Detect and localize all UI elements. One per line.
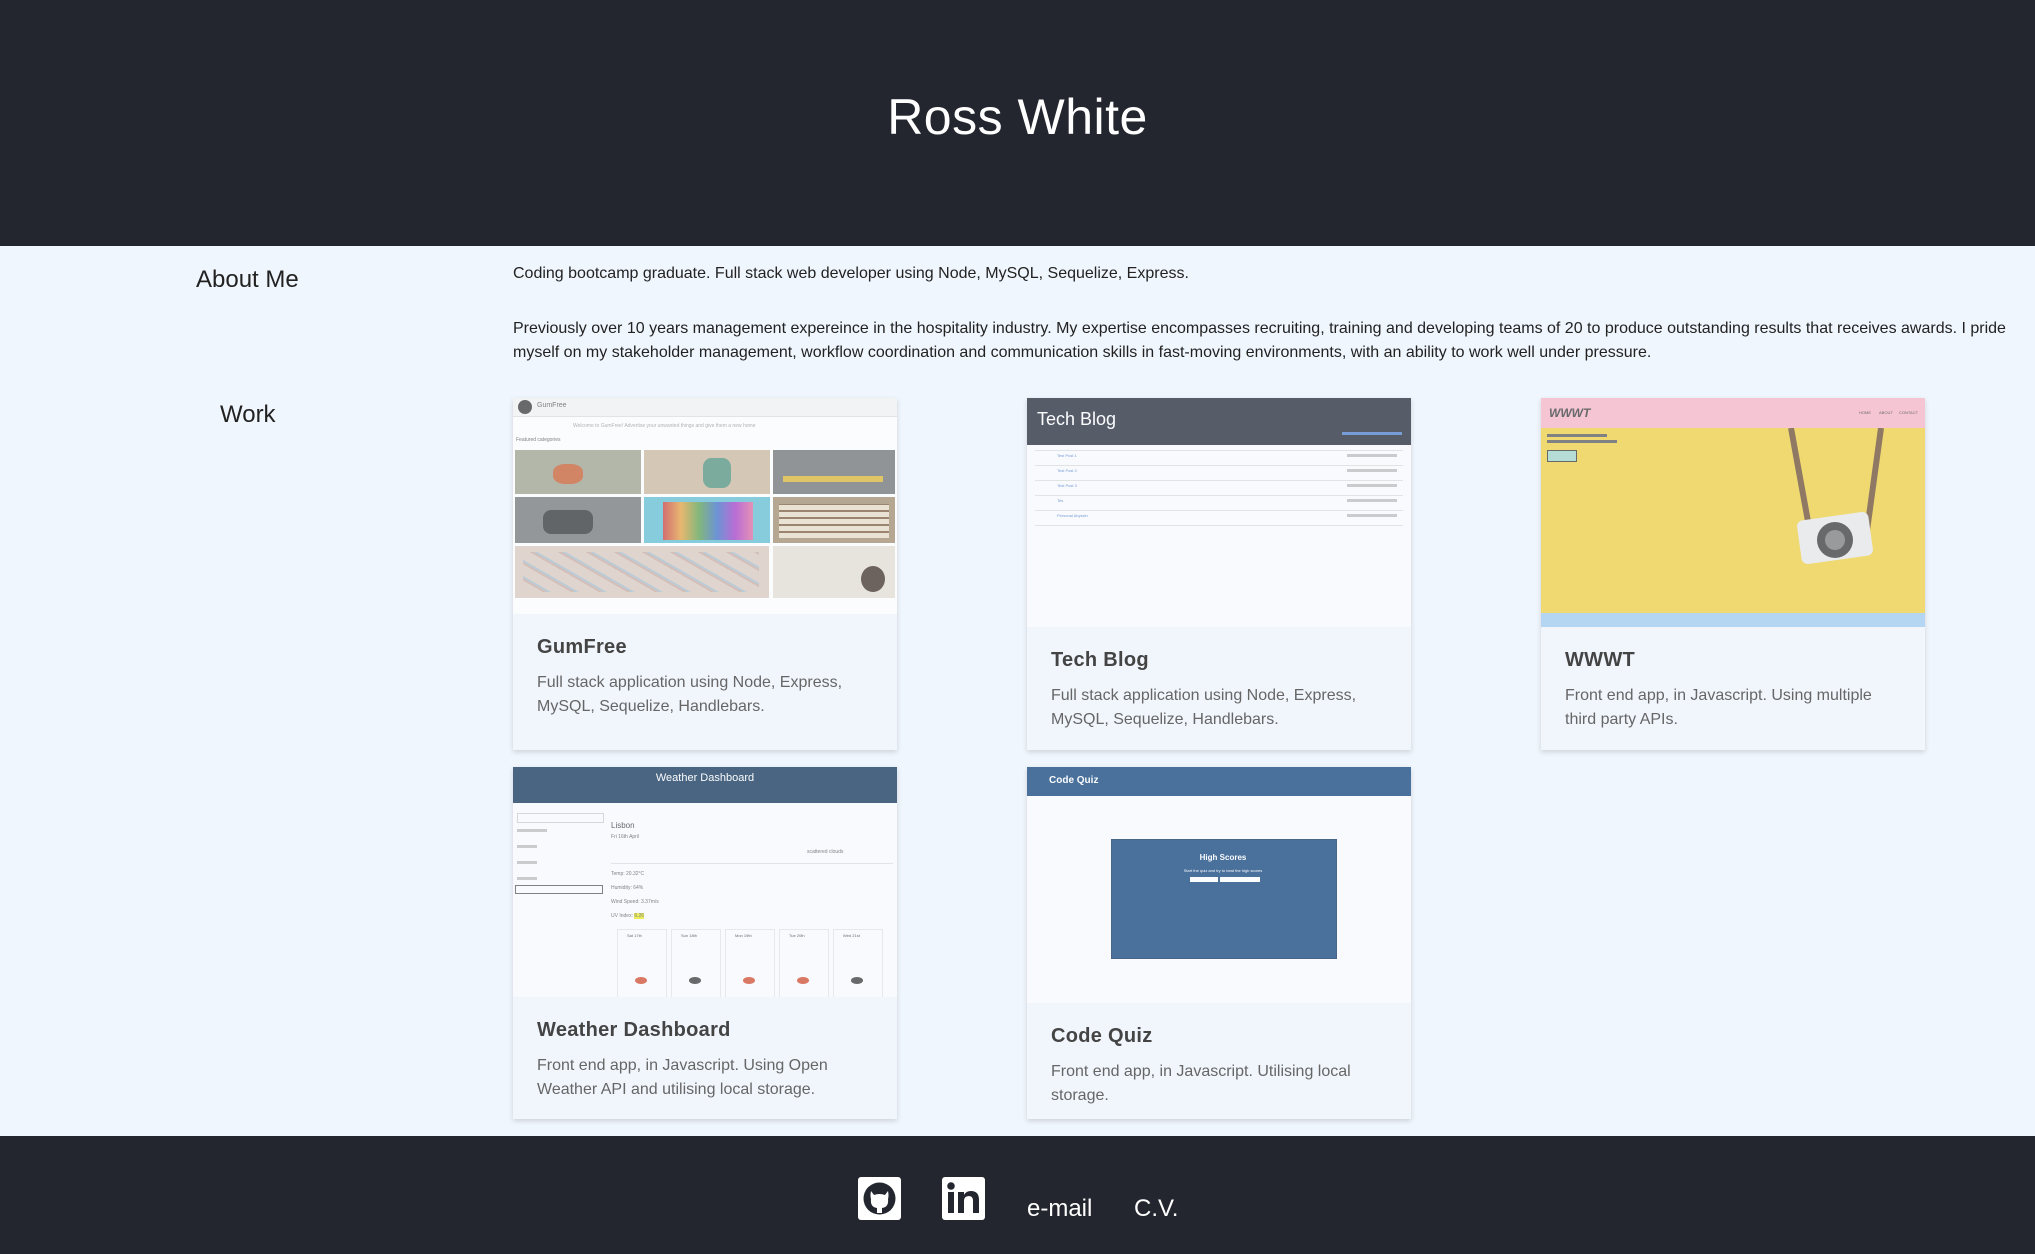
tech-blog-post: Test Post 2 (1057, 468, 1077, 473)
gumfree-section-label: Featured categories (516, 437, 561, 443)
weather-header: Weather Dashboard (655, 772, 755, 784)
about-paragraph-2: Previously over 10 years management expe… (513, 320, 2006, 361)
weather-condition: scattered clouds (807, 849, 844, 855)
weather-dashboard-screenshot: Weather Dashboard Lisbon Fri 16th April … (513, 767, 897, 997)
code-quiz-screenshot: Code Quiz High Scores Start the quiz and… (1027, 767, 1411, 1003)
project-card-gumfree[interactable]: GumFree Welcome to GumFree! Advertise yo… (513, 398, 897, 750)
project-description: Front end app, in Javascript. Using Open… (537, 1057, 828, 1098)
gumfree-tagline: Welcome to GumFree! Advertise your unwan… (573, 423, 756, 429)
quiz-title: High Scores (1199, 853, 1247, 862)
wwwt-nav-item: HOME (1859, 410, 1871, 415)
about-heading: About Me (196, 266, 299, 293)
tech-blog-screenshot: Tech Blog Test Post 1 Test Post 2 Test P… (1027, 398, 1411, 627)
project-description: Full stack application using Node, Expre… (537, 674, 843, 715)
forecast-day: Sun 18th (681, 933, 698, 938)
site-header: Ross White (0, 0, 2035, 246)
weather-city: Lisbon (611, 821, 635, 830)
wwwt-nav-item: CONTACT (1899, 410, 1919, 415)
quiz-header: Code Quiz (1049, 775, 1099, 786)
wwwt-logo: WWWT (1549, 406, 1591, 420)
project-title: Code Quiz (1051, 1025, 1153, 1047)
email-link[interactable]: e-mail (1027, 1195, 1092, 1223)
quiz-text: Start the quiz and try to beat the high … (1183, 868, 1263, 873)
project-card-wwwt[interactable]: WWWT HOME ABOUT CONTACT WWWT Front end a… (1541, 398, 1925, 750)
tech-blog-header: Tech Blog (1037, 409, 1117, 429)
project-title: WWWT (1565, 649, 1636, 671)
weather-date: Fri 16th April (611, 834, 640, 840)
camera-illustration (1788, 428, 1884, 565)
gumfree-screenshot: GumFree Welcome to GumFree! Advertise yo… (513, 398, 897, 614)
project-title: Tech Blog (1051, 649, 1149, 671)
wwwt-screenshot: WWWT HOME ABOUT CONTACT (1541, 398, 1925, 627)
project-title: GumFree (537, 636, 627, 658)
project-card-tech-blog[interactable]: Tech Blog Test Post 1 Test Post 2 Test P… (1027, 398, 1411, 750)
about-paragraph-1: Coding bootcamp graduate. Full stack web… (513, 265, 1189, 282)
wwwt-nav-item: ABOUT (1879, 410, 1893, 415)
site-title: Ross White (887, 88, 1148, 145)
weather-stat: UV Index: 6.26 (611, 913, 645, 919)
forecast-day: Mon 19th (735, 933, 752, 938)
tech-blog-post: Test Post 3 (1057, 483, 1077, 488)
project-description: Front end app, in Javascript. Utilising … (1051, 1063, 1351, 1104)
weather-stat: Wind Speed: 3.37m/s (611, 899, 659, 905)
work-heading: Work (220, 401, 276, 428)
weather-stat: Temp: 20.32°C (611, 871, 645, 877)
tech-blog-post: Personal Abyssin (1057, 513, 1088, 518)
forecast-day: Sat 17th (627, 933, 642, 938)
project-description: Front end app, in Javascript. Using mult… (1565, 687, 1872, 728)
weather-stat: Humidity: 64% (611, 885, 644, 891)
project-title: Weather Dashboard (537, 1019, 731, 1041)
cv-link[interactable]: C.V. (1134, 1195, 1178, 1223)
project-card-weather-dashboard[interactable]: Weather Dashboard Lisbon Fri 16th April … (513, 767, 897, 1119)
tech-blog-post: Tes (1057, 498, 1064, 503)
site-footer (0, 1136, 2035, 1254)
forecast-day: Tue 20th (789, 933, 805, 938)
tech-blog-post: Test Post 1 (1057, 453, 1077, 458)
forecast-day: Wed 21st (843, 933, 860, 938)
github-icon[interactable] (858, 1177, 901, 1220)
gumfree-brand: GumFree (537, 402, 567, 409)
project-card-code-quiz[interactable]: Code Quiz High Scores Start the quiz and… (1027, 767, 1411, 1119)
project-description: Full stack application using Node, Expre… (1051, 687, 1357, 728)
linkedin-icon[interactable] (942, 1177, 985, 1220)
